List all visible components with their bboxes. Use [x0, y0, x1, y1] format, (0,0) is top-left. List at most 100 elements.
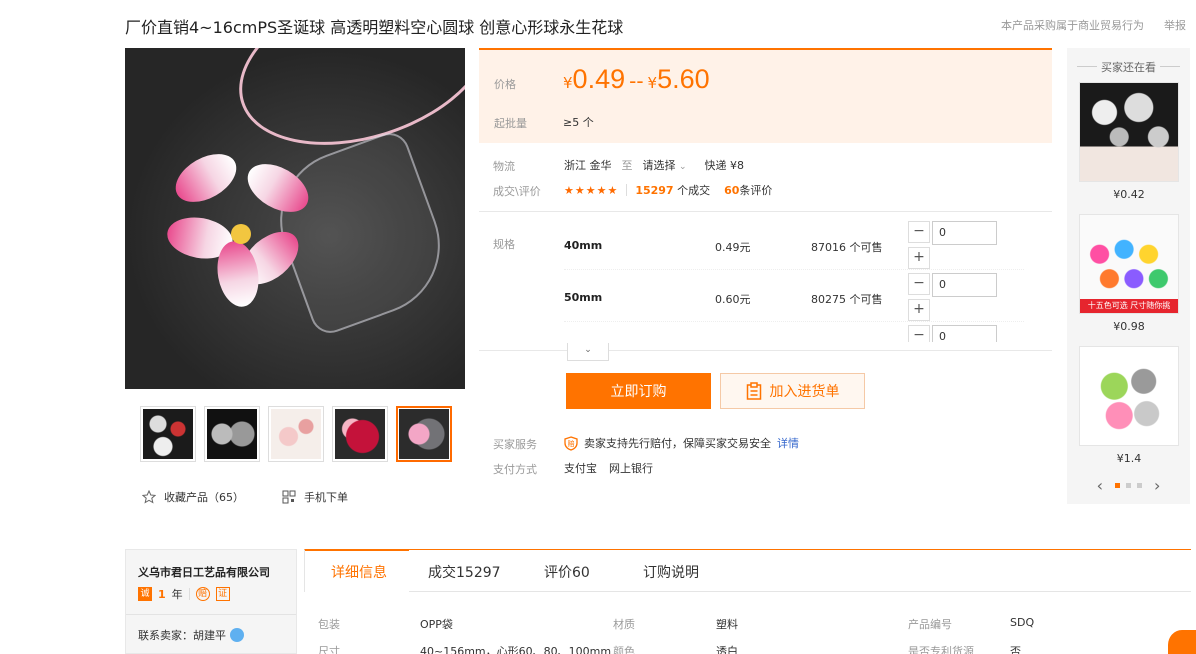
report-link[interactable]: 举报 [1164, 17, 1186, 33]
logistics-row: 浙江 金华 至 请选择 ⌄ 快递 ¥8 [564, 157, 744, 173]
clipboard-icon [746, 382, 761, 400]
divider [479, 211, 1052, 212]
spec-row: 40mm 0.49元 87016 个可售 − 0 + [564, 218, 1044, 270]
ship-from: 浙江 金华 [564, 159, 612, 172]
attribute-value: 40~156mm，心形60、80、100mm [420, 645, 612, 654]
thumbnail-3[interactable] [268, 406, 324, 462]
spec-stock: 87016 个可售 [811, 241, 883, 254]
recommended-item[interactable]: ¥1.4 [1079, 346, 1179, 465]
deals-count[interactable]: 15297 个成交 [635, 182, 710, 198]
spec-name: 50mm [564, 291, 603, 304]
recommended-item[interactable]: ¥0.42 [1079, 82, 1179, 201]
wangwang-chat-icon[interactable] [230, 628, 244, 642]
carousel-dot[interactable] [1126, 483, 1131, 488]
service-details-link[interactable]: 详情 [777, 435, 799, 451]
company-card: 义乌市君日工艺品有限公司 诚 1 年 赔 证 联系卖家：胡建平 [125, 549, 297, 654]
rating-stars: ★★★★★ [564, 183, 619, 197]
chevron-down-icon: ⌄ [679, 162, 687, 172]
spec-list: 40mm 0.49元 87016 个可售 − 0 + 50mm 0.60元 80… [564, 218, 1044, 342]
contact-seller[interactable]: 联系卖家：胡建平 [138, 627, 244, 643]
certification-badge-icon: 证 [215, 587, 230, 601]
add-to-cart-button[interactable]: 加入进货单 [720, 373, 865, 409]
recommended-image: 十五色可选 尺寸随你挑 [1079, 214, 1179, 314]
logistics-label: 物流 [493, 160, 515, 173]
contact-label: 联系卖家：胡建平 [138, 629, 226, 642]
recommended-item[interactable]: 十五色可选 尺寸随你挑 ¥0.98 [1079, 214, 1179, 333]
spec-row: 50mm 0.60元 80275 个可售 − 0 + [564, 270, 1044, 322]
price-panel: 价格 ¥0.49 -- ¥5.60 起批量 ≥5 个 [479, 48, 1052, 143]
recommended-price: ¥0.42 [1113, 188, 1145, 201]
quantity-stepper: − 0 [908, 325, 998, 342]
ship-to-word: 至 [621, 159, 633, 172]
tab-deals[interactable]: 成交15297 [428, 562, 501, 582]
reviews-count[interactable]: 60条评价 [724, 182, 772, 198]
attribute-value: 透白 [716, 645, 738, 654]
price-range: ¥0.49 -- ¥5.60 [563, 64, 710, 95]
thumbnail-5[interactable] [396, 406, 452, 462]
trade-notice: 本产品采购属于商业贸易行为 [1001, 19, 1144, 32]
collect-button[interactable]: 收藏产品（65） [142, 489, 244, 505]
shield-icon: 赔 [564, 435, 578, 451]
minus-button[interactable]: − [908, 325, 930, 342]
thumbnail-strip [140, 406, 452, 462]
tab-details[interactable]: 详细信息 [331, 562, 387, 582]
add-to-cart-label: 加入进货单 [769, 384, 840, 400]
promo-banner: 十五色可选 尺寸随你挑 [1080, 299, 1178, 313]
attribute-key: 尺寸 [318, 645, 340, 654]
company-name[interactable]: 义乌市君日工艺品有限公司 [138, 564, 270, 580]
divider [188, 588, 190, 600]
plus-button[interactable]: + [908, 299, 930, 321]
spec-name: 40mm [564, 239, 603, 252]
order-now-button[interactable]: 立即订购 [566, 373, 711, 409]
chevron-right-icon[interactable]: › [1148, 476, 1166, 495]
floating-feedback-button[interactable] [1168, 630, 1196, 654]
compensation-badge-icon: 赔 [195, 587, 210, 601]
divider [479, 350, 1052, 351]
attribute-value: SDQ [1010, 616, 1035, 629]
divider [126, 614, 296, 615]
mobile-order-button[interactable]: 手机下单 [282, 489, 348, 505]
recommended-image [1079, 82, 1179, 182]
minus-button[interactable]: − [908, 221, 930, 243]
quantity-stepper: − 0 + [908, 273, 998, 322]
attribute-key: 是否专利货源 [908, 645, 974, 654]
flower-center [231, 224, 251, 244]
thumbnail-2[interactable] [204, 406, 260, 462]
buyer-service: 赔 卖家支持先行赔付，保障买家交易安全 详情 [564, 435, 799, 451]
quantity-input[interactable]: 0 [932, 221, 997, 245]
trade-summary: ★★★★★ 15297 个成交 60条评价 [564, 182, 772, 198]
payment-label: 支付方式 [493, 463, 537, 476]
spec-stock: 80275 个可售 [811, 293, 883, 306]
trade-label: 成交\评价 [493, 185, 541, 198]
carousel-dot[interactable] [1115, 483, 1120, 488]
quantity-input[interactable]: 0 [932, 273, 997, 297]
quantity-stepper: − 0 + [908, 221, 998, 270]
chevron-left-icon[interactable]: ‹ [1091, 476, 1109, 495]
recommended-price: ¥1.4 [1116, 452, 1142, 465]
plus-button[interactable]: + [908, 247, 930, 269]
thumbnail-4[interactable] [332, 406, 388, 462]
thumbnail-1[interactable] [140, 406, 196, 462]
also-viewed-title: 买家还在看 [1067, 59, 1190, 75]
recommended-image [1079, 346, 1179, 446]
expand-specs-button[interactable]: ⌄ [567, 343, 609, 361]
quantity-input[interactable]: 0 [932, 325, 997, 342]
spec-label: 规格 [493, 238, 515, 251]
mobile-order-label: 手机下单 [304, 491, 348, 504]
currency-symbol: ¥ [647, 74, 658, 92]
payment-method: 网上银行 [609, 462, 653, 475]
tab-reviews[interactable]: 评价60 [544, 562, 590, 582]
svg-text:赔: 赔 [568, 439, 575, 448]
destination-select[interactable]: 请选择 ⌄ [643, 157, 687, 173]
tab-order-notes[interactable]: 订购说明 [643, 562, 699, 582]
price-dash: -- [629, 69, 644, 93]
service-text: 卖家支持先行赔付，保障买家交易安全 [584, 437, 771, 450]
carousel-dot[interactable] [1137, 483, 1142, 488]
express-fee: 快递 ¥8 [704, 159, 745, 172]
detail-tabs: 详细信息 成交15297 评价60 订购说明 [304, 549, 1191, 592]
star-outline-icon [142, 490, 156, 504]
main-product-image [125, 48, 465, 389]
minus-button[interactable]: − [908, 273, 930, 295]
payment-methods: 支付宝 网上银行 [564, 460, 653, 476]
min-order-label: 起批量 [494, 117, 527, 130]
